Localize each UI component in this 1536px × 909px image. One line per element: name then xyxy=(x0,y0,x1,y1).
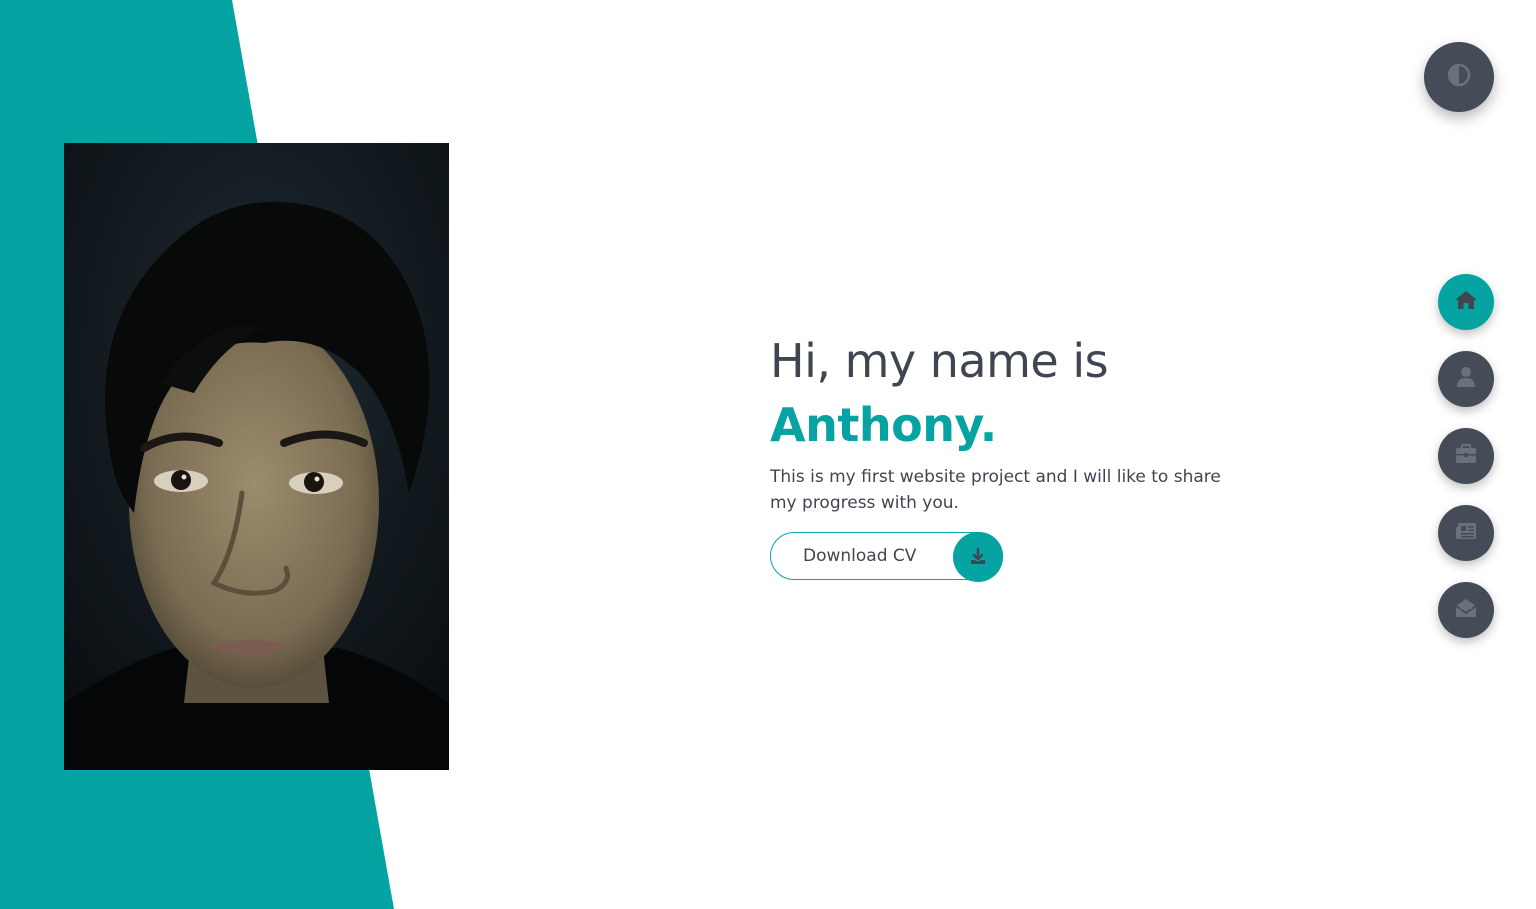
envelope-open-icon xyxy=(1455,598,1477,622)
home-icon xyxy=(1454,289,1478,315)
download-icon xyxy=(953,532,1003,582)
hero-description: This is my first website project and I w… xyxy=(770,467,1221,513)
hero-name: Anthony. xyxy=(770,398,997,452)
profile-photo xyxy=(64,143,449,770)
user-icon xyxy=(1456,366,1476,392)
side-navigation xyxy=(1438,274,1494,659)
theme-toggle-button[interactable] xyxy=(1424,42,1494,112)
hero-greeting: Hi, my name is xyxy=(770,334,1109,388)
download-cv-label: Download CV xyxy=(803,546,917,566)
nav-blogs-button[interactable] xyxy=(1438,505,1494,561)
newspaper-icon xyxy=(1455,522,1477,544)
page: Hi, my name is Anthony. This is my first… xyxy=(0,0,1536,909)
nav-portfolio-button[interactable] xyxy=(1438,428,1494,484)
nav-about-button[interactable] xyxy=(1438,351,1494,407)
nav-contact-button[interactable] xyxy=(1438,582,1494,638)
nav-home-button[interactable] xyxy=(1438,274,1494,330)
briefcase-icon xyxy=(1455,444,1477,468)
download-cv-button[interactable]: Download CV xyxy=(770,532,1003,582)
adjust-icon xyxy=(1447,63,1471,91)
hero-section: Hi, my name is Anthony. This is my first… xyxy=(770,330,1250,582)
